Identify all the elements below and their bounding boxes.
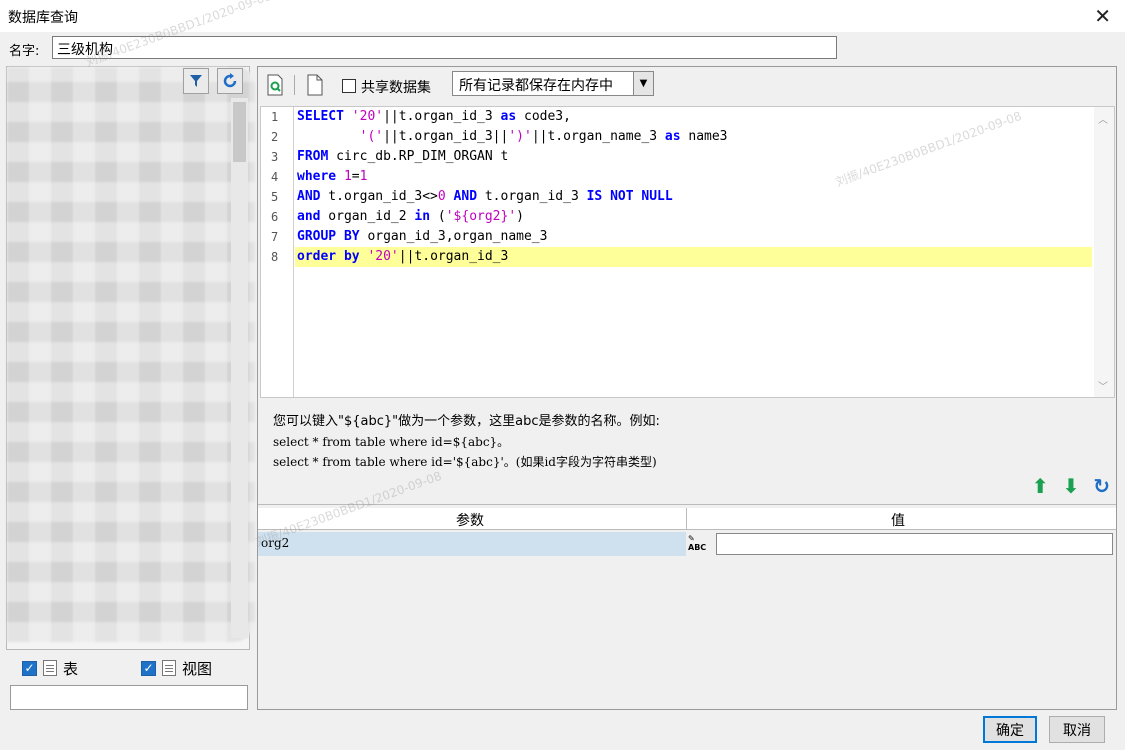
line-number: 1 — [271, 110, 279, 124]
chevron-down-icon[interactable]: ▼ — [633, 72, 653, 95]
filter-icon[interactable] — [183, 68, 209, 94]
obscured-tree — [7, 67, 255, 642]
ok-button[interactable]: 确定 — [983, 716, 1037, 743]
hint-line: 您可以键入"${abc}"做为一个参数，这里abc是参数的名称。例如: — [273, 414, 660, 429]
tree-toolbar — [183, 68, 251, 94]
name-label: 名字: — [9, 44, 40, 59]
tree-search-input[interactable] — [10, 685, 248, 710]
line-number: 2 — [271, 130, 279, 144]
hint-example: select * from table where id='${abc}'。(如… — [273, 455, 657, 469]
column-header-param: 参数 — [456, 513, 484, 529]
table-tree-panel[interactable] — [6, 66, 255, 650]
storage-mode-select[interactable]: 所有记录都保存在内存中 ▼ — [452, 71, 654, 96]
code-line: FROM circ_db.RP_DIM_ORGAN t — [297, 149, 509, 164]
refresh-icon[interactable] — [217, 68, 243, 94]
parameter-table-header: 参数 值 — [258, 508, 1116, 530]
views-checkbox[interactable]: ✓ — [141, 660, 156, 676]
view-icon — [162, 660, 176, 676]
code-line: where 1=1 — [297, 169, 368, 184]
refresh-params-icon[interactable]: ↻ — [1093, 474, 1110, 498]
scroll-down-icon[interactable]: ﹀ — [1098, 378, 1108, 393]
param-name-cell[interactable]: org2 — [258, 532, 686, 556]
views-checkbox-row[interactable]: ✓ 视图 — [141, 658, 212, 678]
sql-editor[interactable]: 1 2 3 4 5 6 7 8 SELECT '20'||t.organ_id_… — [260, 106, 1115, 398]
query-toolbar: 共享数据集 所有记录都保存在内存中 ▼ — [258, 67, 1116, 103]
code-line: GROUP BY organ_id_3,organ_name_3 — [297, 229, 548, 244]
window-title: 数据库查询 — [8, 10, 78, 26]
line-number: 5 — [271, 190, 279, 204]
scrollbar-thumb[interactable] — [233, 102, 246, 162]
preview-icon[interactable] — [266, 74, 284, 96]
scroll-up-icon[interactable]: ︿ — [1098, 111, 1108, 126]
column-header-value: 值 — [891, 513, 905, 529]
toolbar-separator — [294, 75, 295, 95]
views-label: 视图 — [182, 659, 213, 678]
tables-checkbox[interactable]: ✓ — [22, 660, 37, 676]
query-panel: 共享数据集 所有记录都保存在内存中 ▼ 1 2 3 4 5 6 7 8 SELE… — [257, 66, 1117, 710]
name-row: 名字: 三级机构 — [0, 34, 1125, 62]
string-type-icon[interactable]: ✎ ABC — [688, 532, 714, 556]
storage-mode-value: 所有记录都保存在内存中 — [459, 78, 613, 94]
param-actions: ⬆ ⬇ ↻ — [1032, 474, 1110, 498]
line-number: 6 — [271, 210, 279, 224]
share-dataset-checkbox[interactable] — [342, 79, 356, 93]
cancel-button[interactable]: 取消 — [1049, 716, 1105, 743]
code-line-current: order by '20'||t.organ_id_3 — [295, 247, 1092, 267]
editor-scrollbar[interactable]: ︿ ﹀ — [1094, 107, 1114, 397]
code-line: AND t.organ_id_3<>0 AND t.organ_id_3 IS … — [297, 189, 673, 204]
table-icon — [43, 660, 57, 676]
column-divider — [686, 508, 687, 530]
new-document-icon[interactable] — [306, 74, 324, 96]
move-up-icon[interactable]: ⬆ — [1032, 474, 1049, 498]
hint-example: select * from table where id=${abc}。 — [273, 435, 510, 449]
type-label: ABC — [688, 543, 707, 552]
share-dataset-label: 共享数据集 — [361, 80, 431, 96]
title-bar: 数据库查询 ✕ — [0, 0, 1125, 32]
tree-scrollbar[interactable] — [231, 98, 248, 638]
line-number: 7 — [271, 230, 279, 244]
move-down-icon[interactable]: ⬇ — [1062, 474, 1079, 498]
code-line: SELECT '20'||t.organ_id_3 as code3, — [297, 109, 571, 124]
code-line: '('||t.organ_id_3||')'||t.organ_name_3 a… — [359, 129, 728, 144]
param-value-input[interactable] — [716, 533, 1113, 555]
parameter-hint: 您可以键入"${abc}"做为一个参数，这里abc是参数的名称。例如: sele… — [273, 412, 660, 472]
line-number-gutter: 1 2 3 4 5 6 7 8 — [261, 107, 294, 397]
code-line: and organ_id_2 in ('${org2}') — [297, 209, 524, 224]
tables-checkbox-row[interactable]: ✓ 表 — [22, 658, 78, 678]
name-input[interactable]: 三级机构 — [52, 36, 837, 59]
tables-label: 表 — [63, 659, 79, 678]
line-number: 3 — [271, 150, 279, 164]
sql-code[interactable]: SELECT '20'||t.organ_id_3 as code3, '('|… — [295, 107, 1092, 267]
close-icon[interactable]: ✕ — [1094, 4, 1111, 28]
line-number: 4 — [271, 170, 279, 184]
line-number: 8 — [271, 250, 279, 264]
parameter-table: 参数 值 org2 ✎ ABC — [258, 504, 1116, 709]
table-row[interactable]: org2 ✎ ABC — [258, 532, 1116, 556]
